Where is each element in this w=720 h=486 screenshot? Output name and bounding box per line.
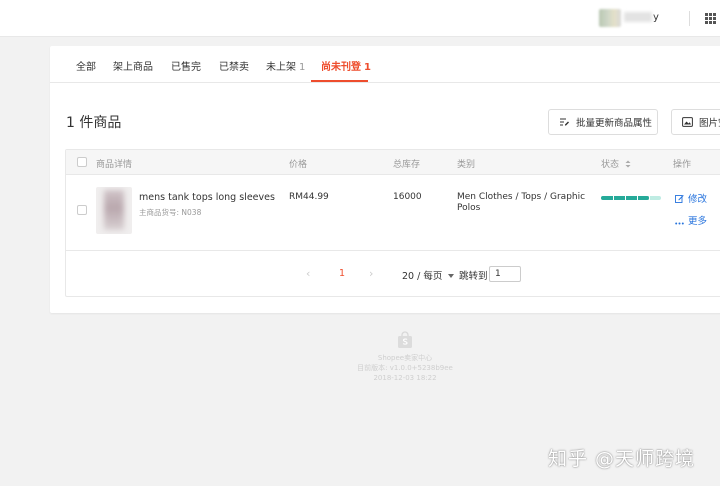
pagination: ‹ 1 › 20 / 每页 跳转到 [66, 250, 720, 297]
tab-banned[interactable]: 已禁卖 [219, 58, 252, 73]
username[interactable]: y [624, 12, 659, 23]
product-table: 商品详情 价格 总库存 类别 状态 操作 mens tank tops long… [65, 149, 720, 297]
apps-grid-icon[interactable] [705, 13, 716, 24]
divider [689, 11, 690, 26]
select-all-checkbox[interactable] [77, 157, 87, 167]
header-price: 价格 [289, 160, 308, 170]
product-stock: 16000 [393, 192, 422, 202]
username-blurred [624, 12, 652, 22]
username-suffix: y [653, 12, 659, 23]
active-tab-indicator [311, 80, 368, 82]
header-details: 商品详情 [96, 160, 133, 170]
footer-version: 目前版本: v1.0.0+5238b9ee [357, 364, 453, 372]
row-checkbox[interactable] [77, 205, 87, 215]
table-header: 商品详情 价格 总库存 类别 状态 操作 [66, 150, 720, 175]
prev-page-icon[interactable]: ‹ [306, 267, 310, 280]
product-category: Men Clothes / Tops / Graphic Polos [457, 192, 586, 213]
tab-all[interactable]: 全部 [76, 58, 99, 73]
header-actions: 操作 [673, 160, 692, 170]
product-count-title: 1 件商品 [66, 115, 122, 131]
page-size-select[interactable]: 20 / 每页 [402, 268, 455, 282]
top-bar: y [0, 0, 720, 37]
tab-live[interactable]: 架上商品 [113, 58, 156, 73]
more-dots-icon [675, 222, 684, 225]
product-name[interactable]: mens tank tops long sleeves [139, 192, 275, 203]
bulk-update-button[interactable]: 批量更新商品属性 [548, 109, 658, 135]
tab-sold-out[interactable]: 已售完 [171, 58, 204, 73]
edit-link[interactable]: 修改 [675, 191, 707, 205]
footer-date: 2018-12-03 18:22 [373, 374, 437, 382]
tab-unlisted[interactable]: 未上架 1 [266, 58, 305, 73]
chevron-down-icon [448, 274, 455, 278]
more-link[interactable]: 更多 [675, 213, 707, 227]
jump-page-input[interactable] [489, 266, 521, 282]
tab-not-published[interactable]: 尚未刊登 1 [321, 58, 371, 73]
image-icon [682, 117, 693, 127]
avatar[interactable] [599, 9, 621, 27]
product-price: RM44.99 [289, 192, 329, 202]
product-sku: 主商品货号: N038 [139, 208, 202, 217]
image-space-button[interactable]: 图片空 [671, 109, 720, 135]
edit-icon [675, 195, 684, 203]
header-stock: 总库存 [393, 160, 421, 170]
shopee-bag-icon [398, 331, 412, 348]
status-progress-bar [601, 196, 661, 200]
page-number-current[interactable]: 1 [339, 268, 345, 279]
header-status[interactable]: 状态 [601, 157, 631, 170]
footer-brand: Shopee卖家中心 [377, 354, 433, 362]
bulk-edit-icon [560, 118, 569, 126]
next-page-icon[interactable]: › [369, 267, 373, 280]
jump-label: 跳转到 [459, 271, 488, 282]
product-thumbnail[interactable] [96, 187, 132, 234]
watermark: 知乎 @天师跨境 [548, 448, 696, 470]
sort-icon [625, 160, 631, 168]
status-tabs: 全部 架上商品 已售完 已禁卖 未上架 1 尚未刊登 1 [50, 46, 720, 83]
header-category: 类别 [457, 160, 476, 170]
